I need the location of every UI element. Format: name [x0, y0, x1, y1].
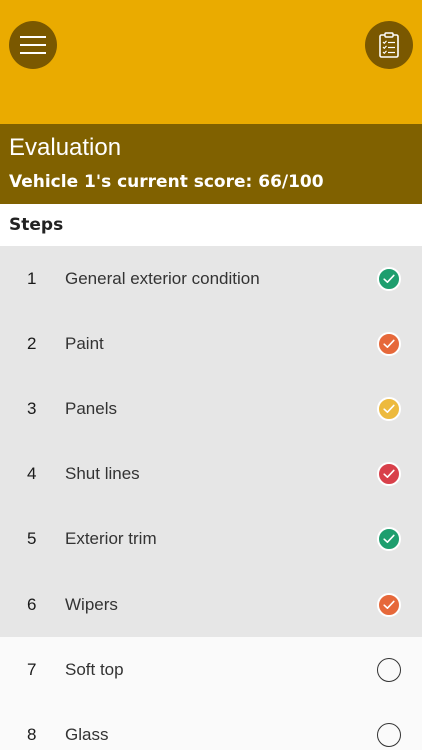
checkmark-icon — [383, 600, 395, 609]
evaluation-banner: Evaluation Vehicle 1's current score: 66… — [0, 124, 422, 204]
check-circle-icon — [377, 331, 401, 356]
step-row[interactable]: 7 Soft top — [0, 637, 422, 703]
step-label: Glass — [65, 724, 109, 744]
checkmark-icon — [383, 469, 395, 479]
checkmark-icon — [383, 534, 395, 544]
check-circle-icon — [377, 396, 401, 421]
step-row[interactable]: 5 Exterior trim — [0, 506, 422, 572]
hamburger-menu-icon — [20, 36, 46, 54]
step-row[interactable]: 6 Wipers — [0, 571, 422, 638]
clipboard-button[interactable] — [365, 21, 413, 69]
step-number: 4 — [27, 464, 37, 484]
evaluation-title: Evaluation — [9, 134, 122, 161]
step-number: 2 — [27, 333, 37, 353]
step-row[interactable]: 3 Panels — [0, 376, 422, 442]
app-header — [0, 0, 422, 124]
step-row[interactable]: 4 Shut lines — [0, 441, 422, 507]
step-number: 3 — [27, 398, 37, 418]
check-circle-icon — [377, 266, 401, 291]
steps-list: 1 General exterior condition 2 Paint 3 Panels… — [0, 246, 422, 750]
check-circle-icon — [377, 462, 401, 487]
step-number: 7 — [27, 659, 37, 679]
vehicle-score-text: Vehicle 1's current score: 66/100 — [9, 172, 324, 192]
clipboard-checklist-icon — [379, 32, 399, 58]
check-circle-icon — [377, 592, 401, 617]
step-number: 5 — [27, 529, 37, 549]
step-label: Paint — [65, 333, 104, 353]
checkmark-icon — [383, 339, 395, 348]
menu-button[interactable] — [9, 21, 57, 69]
step-label: Exterior trim — [65, 529, 157, 549]
step-number: 8 — [27, 724, 37, 744]
step-row[interactable]: 2 Paint — [0, 311, 422, 377]
step-label: Soft top — [65, 659, 124, 679]
checkmark-icon — [383, 274, 395, 283]
steps-section-title: Steps — [0, 204, 422, 246]
step-number: 1 — [27, 268, 37, 288]
step-label: Shut lines — [65, 464, 140, 484]
step-label: Panels — [65, 398, 117, 418]
empty-circle-icon — [377, 657, 401, 682]
step-row[interactable]: 8 Glass — [0, 702, 422, 750]
step-label: General exterior condition — [65, 268, 260, 288]
empty-circle-icon — [377, 722, 401, 747]
checkmark-icon — [383, 404, 395, 413]
step-label: Wipers — [65, 594, 118, 614]
step-row[interactable]: 1 General exterior condition — [0, 246, 422, 312]
step-number: 6 — [27, 594, 37, 614]
